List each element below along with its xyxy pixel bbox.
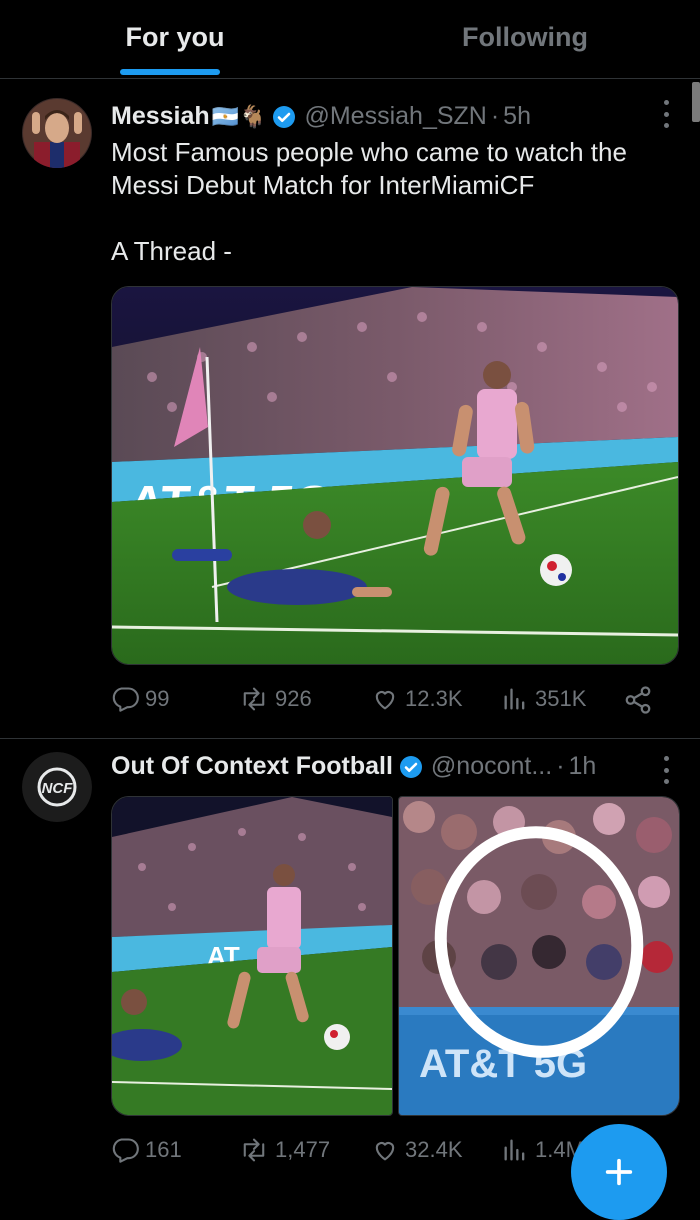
tweet-photo-right[interactable]: AT&T 5G xyxy=(398,796,680,1116)
reply-icon xyxy=(112,1138,139,1163)
tweet-header: Messiah 🇦🇷🐐 @Messiah_SZN · 5h xyxy=(111,102,531,131)
like-icon xyxy=(375,1142,395,1161)
like-button[interactable]: 32.4K xyxy=(371,1136,463,1164)
views-icon xyxy=(504,1139,525,1161)
tweet-photo[interactable]: AT&T 5G xyxy=(111,286,679,665)
reply-count: 99 xyxy=(145,686,170,711)
like-icon xyxy=(375,691,395,710)
tweet-text-line: Messi Debut Match for InterMiamiCF xyxy=(111,170,535,200)
more-icon[interactable] xyxy=(662,100,670,128)
share-button[interactable] xyxy=(623,685,659,715)
separator-dot: · xyxy=(490,102,500,130)
active-tab-indicator xyxy=(120,69,220,75)
repost-count: 1,477 xyxy=(275,1137,331,1162)
tweet-text: Most Famous people who came to watch the… xyxy=(111,136,671,268)
tweet-actions: 99 926 12.3K 351K xyxy=(111,685,671,719)
author-handle[interactable]: @nocont... xyxy=(431,752,552,781)
stadium-photo: AT&T 5G xyxy=(112,287,678,664)
tweet-header: Out Of Context Football @nocont... · 1h xyxy=(111,752,596,781)
author-handle[interactable]: @Messiah_SZN xyxy=(304,102,486,131)
reply-count: 161 xyxy=(145,1137,182,1162)
author-name[interactable]: Out Of Context Football xyxy=(111,752,393,781)
repost-icon xyxy=(243,1138,265,1162)
author-flags: 🇦🇷🐐 xyxy=(211,103,267,129)
compose-button[interactable] xyxy=(571,1124,667,1220)
tweet-text-line: Most Famous people who came to watch the xyxy=(111,137,627,167)
tab-for-you[interactable]: For you xyxy=(0,0,350,78)
tab-following-label: Following xyxy=(462,22,588,52)
tab-following[interactable]: Following xyxy=(350,0,700,78)
like-count: 12.3K xyxy=(405,686,463,711)
avatar-logo-text: NCF xyxy=(42,780,74,797)
avatar[interactable] xyxy=(22,98,92,168)
stadium-photo: AT xyxy=(112,797,392,1115)
football xyxy=(324,1024,350,1050)
views-button[interactable]: 351K xyxy=(501,685,586,713)
reply-button[interactable]: 161 xyxy=(111,1136,182,1164)
timestamp[interactable]: 5h xyxy=(503,102,531,131)
tweet-photo-left[interactable]: AT xyxy=(111,796,393,1116)
timeline-tabs: For you Following xyxy=(0,0,700,79)
tweet-text-line xyxy=(111,202,671,235)
repost-button[interactable]: 1,477 xyxy=(239,1136,330,1164)
plus-icon xyxy=(605,1158,633,1186)
like-count: 32.4K xyxy=(405,1137,463,1162)
like-button[interactable]: 12.3K xyxy=(371,685,463,713)
crowd-closeup-photo: AT&T 5G xyxy=(399,797,679,1115)
tweet-text-line: A Thread - xyxy=(111,236,232,266)
view-count: 351K xyxy=(535,686,587,711)
avatar[interactable]: NCF xyxy=(22,752,92,822)
author-name[interactable]: Messiah xyxy=(111,102,210,131)
separator-dot: · xyxy=(556,752,565,780)
tweet[interactable]: Messiah 🇦🇷🐐 @Messiah_SZN · 5h Most Famou… xyxy=(0,78,700,738)
reply-button[interactable]: 99 xyxy=(111,685,169,713)
views-icon xyxy=(504,688,525,710)
more-icon[interactable] xyxy=(662,756,670,784)
reply-icon xyxy=(112,687,139,712)
football xyxy=(540,554,572,586)
verified-icon xyxy=(273,105,296,128)
repost-icon xyxy=(243,687,265,711)
repost-count: 926 xyxy=(275,686,312,711)
timestamp[interactable]: 1h xyxy=(569,752,597,781)
repost-button[interactable]: 926 xyxy=(239,685,312,713)
verified-icon xyxy=(399,755,422,778)
share-icon xyxy=(625,686,651,714)
